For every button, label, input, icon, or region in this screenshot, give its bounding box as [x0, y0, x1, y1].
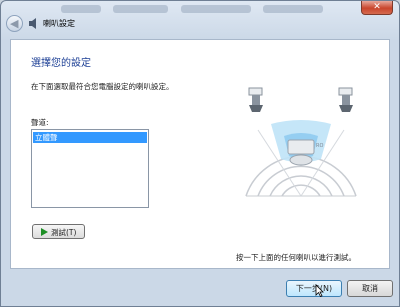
test-hint: 按一下上面的任何喇叭以進行測試。	[236, 253, 356, 262]
blurred-background	[263, 5, 323, 13]
page-heading: 選擇您的設定	[31, 58, 91, 69]
blurred-background	[61, 5, 101, 13]
cancel-button[interactable]: 取消	[347, 280, 393, 297]
play-icon	[41, 228, 48, 236]
mouse-cursor-icon	[315, 284, 324, 297]
back-arrow-icon: ◀	[10, 17, 19, 30]
speaker-setup-window: ◀ 喇叭設定 ✕ 選擇您的設定 在下面選取最符合您電腦設定的喇叭設定。 聲道: …	[0, 0, 400, 307]
right-speaker-icon[interactable]	[338, 87, 353, 112]
left-speaker-icon[interactable]	[248, 87, 263, 112]
page-description: 在下面選取最符合您電腦設定的喇叭設定。	[31, 82, 174, 91]
channels-listbox[interactable]: 立體聲	[31, 129, 149, 208]
content-panel: 選擇您的設定 在下面選取最符合您電腦設定的喇叭設定。 聲道: 立體聲 測試(T)…	[10, 39, 390, 269]
channels-label: 聲道:	[31, 118, 49, 127]
list-item-stereo[interactable]: 立體聲	[33, 132, 147, 143]
title-bar: ◀ 喇叭設定 ✕	[1, 1, 399, 37]
test-button[interactable]: 測試(T)	[32, 224, 85, 239]
back-button[interactable]: ◀	[6, 15, 23, 32]
blurred-background	[113, 5, 168, 13]
close-button[interactable]: ✕	[361, 1, 393, 15]
svg-text:RO: RO	[316, 143, 323, 149]
speaker-diagram: RO	[245, 87, 357, 197]
window-title: 喇叭設定	[43, 19, 75, 28]
close-icon: ✕	[373, 2, 381, 12]
blurred-background	[181, 5, 251, 13]
speaker-icon	[29, 18, 36, 29]
next-button[interactable]: 下一步(N)	[286, 280, 342, 297]
test-button-label: 測試(T)	[51, 228, 77, 237]
